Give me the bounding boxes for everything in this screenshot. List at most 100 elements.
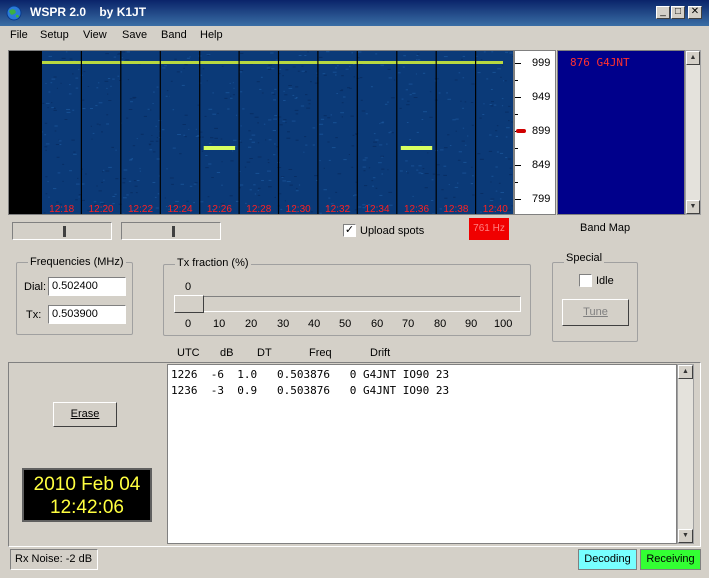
noise-speck [335, 67, 337, 69]
noise-speck [509, 174, 513, 176]
noise-speck [422, 72, 426, 74]
maximize-button[interactable]: □ [671, 6, 685, 19]
scroll-up-icon[interactable]: ▲ [678, 365, 693, 379]
menu-save[interactable]: Save [122, 29, 147, 41]
noise-speck [411, 165, 415, 167]
dial-frequency-input[interactable]: 0.502400 [48, 277, 126, 296]
noise-speck [288, 87, 293, 89]
noise-speck [300, 105, 305, 107]
noise-speck [164, 65, 167, 67]
menu-band[interactable]: Band [161, 29, 187, 41]
noise-speck [75, 77, 79, 79]
menu-setup[interactable]: Setup [40, 29, 69, 41]
noise-speck [464, 101, 467, 103]
noise-speck [78, 69, 80, 71]
noise-speck [462, 172, 467, 174]
erase-button[interactable]: Erase [53, 402, 117, 427]
noise-speck [361, 110, 366, 112]
title-bar[interactable]: WSPR 2.0 by K1JT _ □ ✕ [0, 0, 709, 26]
noise-speck [135, 192, 138, 194]
noise-speck [397, 72, 401, 74]
waterfall-display[interactable]: 12:18 12:20 12:22 12:24 12:26 12:28 12:30 12:32… [8, 50, 514, 215]
noise-speck [298, 55, 302, 56]
noise-speck [107, 78, 111, 79]
noise-speck [75, 199, 78, 201]
decode-scrollbar[interactable]: ▲ ▼ [677, 364, 694, 544]
noise-speck [273, 118, 277, 120]
receiving-status: Receiving [640, 549, 701, 570]
noise-speck [143, 115, 147, 117]
noise-speck [125, 59, 130, 61]
noise-speck [108, 100, 112, 101]
noise-speck [103, 179, 105, 181]
noise-speck [90, 125, 92, 127]
noise-speck [64, 119, 68, 120]
noise-speck [57, 172, 61, 174]
frequency-marker [516, 129, 526, 133]
noise-speck [51, 102, 53, 104]
noise-speck [508, 105, 511, 107]
noise-speck [240, 184, 244, 186]
tx-level-slider[interactable] [121, 222, 221, 240]
noise-speck [236, 114, 238, 116]
tune-button[interactable]: Tune [562, 299, 629, 326]
noise-speck [83, 71, 86, 73]
noise-speck [405, 160, 408, 162]
noise-speck [490, 198, 495, 200]
band-map-scrollbar[interactable]: ▲ ▼ [685, 50, 701, 215]
menu-view[interactable]: View [83, 29, 107, 41]
noise-speck [332, 71, 337, 73]
noise-speck [406, 122, 409, 123]
idle-checkbox[interactable] [579, 274, 592, 287]
upload-spots-checkbox[interactable]: ✓ [343, 224, 356, 237]
noise-speck [46, 102, 50, 104]
close-button[interactable]: ✕ [688, 6, 702, 19]
noise-speck [331, 147, 336, 149]
noise-speck [126, 117, 129, 119]
minimize-button[interactable]: _ [656, 6, 670, 19]
noise-speck [115, 149, 117, 151]
scroll-up-icon[interactable]: ▲ [686, 51, 700, 65]
noise-speck [310, 81, 312, 83]
scroll-down-icon[interactable]: ▼ [686, 200, 700, 214]
menu-file[interactable]: File [10, 29, 28, 41]
noise-speck [412, 92, 416, 94]
decode-text-area[interactable]: 1226 -6 1.0 0.503876 0 G4JNT IO90 23 123… [167, 364, 677, 544]
noise-speck [232, 94, 235, 96]
noise-speck [295, 139, 299, 141]
noise-speck [133, 97, 136, 99]
noise-speck [169, 177, 174, 179]
noise-speck [205, 167, 209, 169]
noise-speck [322, 73, 326, 75]
noise-speck [106, 123, 109, 125]
noise-speck [471, 166, 473, 168]
noise-speck [489, 104, 492, 105]
noise-speck [294, 97, 298, 99]
noise-speck [387, 169, 389, 171]
tx-frequency-input[interactable]: 0.503900 [48, 305, 126, 324]
noise-speck [72, 109, 75, 111]
scroll-down-icon[interactable]: ▼ [678, 529, 693, 543]
rx-level-slider[interactable] [12, 222, 112, 240]
noise-speck [402, 66, 405, 68]
noise-speck [378, 162, 382, 164]
menu-help[interactable]: Help [200, 29, 223, 41]
noise-speck [240, 70, 244, 71]
noise-speck [56, 87, 58, 89]
noise-speck [480, 59, 483, 61]
noise-speck [183, 134, 186, 136]
noise-speck [306, 107, 311, 109]
noise-speck [416, 169, 419, 171]
noise-speck [155, 125, 157, 127]
tx-fraction-thumb[interactable] [174, 295, 204, 313]
noise-speck [189, 185, 193, 187]
noise-speck [232, 150, 234, 152]
noise-speck [300, 214, 304, 215]
noise-speck [493, 104, 497, 106]
tx-fraction-track[interactable] [174, 296, 521, 312]
noise-speck [304, 136, 307, 138]
clock-time: 12:42:06 [50, 497, 124, 518]
tx-fraction-tick: 10 [213, 318, 226, 330]
noise-speck [105, 170, 110, 172]
noise-speck [307, 99, 311, 101]
